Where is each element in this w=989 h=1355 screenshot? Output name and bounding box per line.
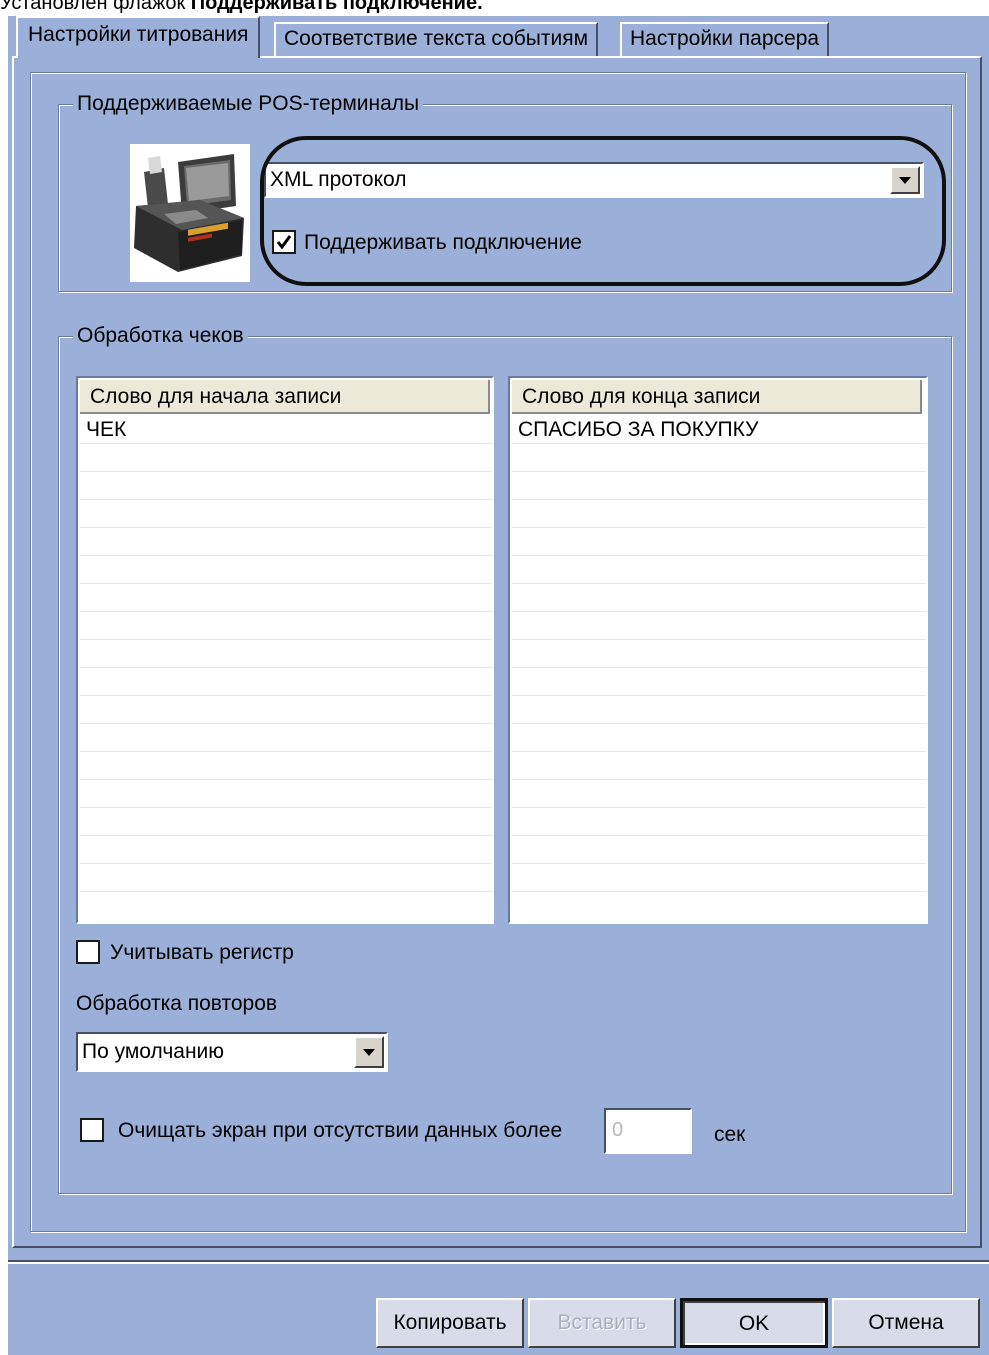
repeat-processing-label: Обработка повторов xyxy=(76,992,278,1015)
list-item-empty xyxy=(80,556,492,584)
list-item-empty xyxy=(512,584,926,612)
caption-bold-text: Поддерживать подключение. xyxy=(190,0,483,14)
end-word-rows: СПАСИБО ЗА ПОКУПКУ xyxy=(512,416,926,892)
end-word-list[interactable]: Слово для конца записи СПАСИБО ЗА ПОКУПК… xyxy=(508,376,928,924)
titration-settings-dialog: Настройки титрования Соответствие текста… xyxy=(8,16,989,1355)
list-item-empty xyxy=(512,472,926,500)
case-sensitive-checkbox[interactable] xyxy=(76,940,100,964)
list-item-empty xyxy=(512,780,926,808)
repeat-processing-combo[interactable]: По умолчанию xyxy=(76,1032,388,1072)
copy-button[interactable]: Копировать xyxy=(376,1298,524,1348)
list-item-empty xyxy=(80,752,492,780)
receipt-processing-group-title: Обработка чеков xyxy=(73,323,248,349)
list-item-empty xyxy=(80,640,492,668)
list-item-empty xyxy=(80,696,492,724)
clear-screen-seconds-input[interactable]: 0 xyxy=(604,1108,692,1154)
start-word-rows: ЧЕК xyxy=(80,416,492,892)
tab-text-events[interactable]: Соответствие текста событиям xyxy=(274,22,599,56)
start-word-list[interactable]: Слово для начала записи ЧЕК xyxy=(76,376,494,924)
pos-terminals-group-title: Поддерживаемые POS-терминалы xyxy=(73,91,424,117)
cancel-button[interactable]: Отмена xyxy=(832,1298,980,1348)
list-item-empty xyxy=(80,864,492,892)
list-item-empty xyxy=(80,780,492,808)
seconds-unit-label: сек xyxy=(714,1123,746,1146)
list-item-empty xyxy=(80,500,492,528)
list-item-empty xyxy=(512,808,926,836)
clear-screen-label: Очищать экран при отсутствии данных боле… xyxy=(118,1119,563,1142)
list-item-empty xyxy=(512,556,926,584)
case-sensitive-label: Учитывать регистр xyxy=(110,941,294,964)
list-item[interactable]: ЧЕК xyxy=(80,416,492,444)
list-item-empty xyxy=(512,864,926,892)
end-word-list-header[interactable]: Слово для конца записи xyxy=(512,380,922,414)
highlight-ellipse xyxy=(260,136,946,286)
list-item-empty xyxy=(512,612,926,640)
list-item-empty xyxy=(512,724,926,752)
pos-terminal-icon xyxy=(130,144,250,282)
tab-titration-settings[interactable]: Настройки титрования xyxy=(16,16,261,58)
list-item-empty xyxy=(512,668,926,696)
bottom-separator xyxy=(8,1260,989,1262)
list-item-empty xyxy=(80,668,492,696)
list-item-empty xyxy=(80,612,492,640)
tab-parser-settings[interactable]: Настройки парсера xyxy=(620,22,830,56)
list-item-empty xyxy=(512,696,926,724)
page-caption: Установлен флажок Поддерживать подключен… xyxy=(0,0,483,15)
caption-text: Установлен флажок xyxy=(0,0,186,14)
list-item-empty xyxy=(80,724,492,752)
list-item-empty xyxy=(80,584,492,612)
list-item-empty xyxy=(80,472,492,500)
list-item-empty xyxy=(512,444,926,472)
start-word-list-header[interactable]: Слово для начала записи xyxy=(80,380,490,414)
chevron-down-icon xyxy=(363,1049,375,1056)
clear-screen-checkbox[interactable] xyxy=(80,1118,104,1142)
list-item-empty xyxy=(512,528,926,556)
repeat-processing-combo-value: По умолчанию xyxy=(82,1040,225,1063)
list-item-empty xyxy=(80,808,492,836)
list-item[interactable]: СПАСИБО ЗА ПОКУПКУ xyxy=(512,416,926,444)
list-item-empty xyxy=(512,752,926,780)
list-item-empty xyxy=(512,836,926,864)
list-item-empty xyxy=(80,528,492,556)
list-item-empty xyxy=(80,836,492,864)
list-item-empty xyxy=(512,640,926,668)
ok-button[interactable]: OK xyxy=(680,1298,828,1348)
paste-button[interactable]: Вставить xyxy=(528,1298,676,1348)
list-item-empty xyxy=(80,444,492,472)
repeat-dropdown-button[interactable] xyxy=(354,1036,384,1068)
list-item-empty xyxy=(512,500,926,528)
